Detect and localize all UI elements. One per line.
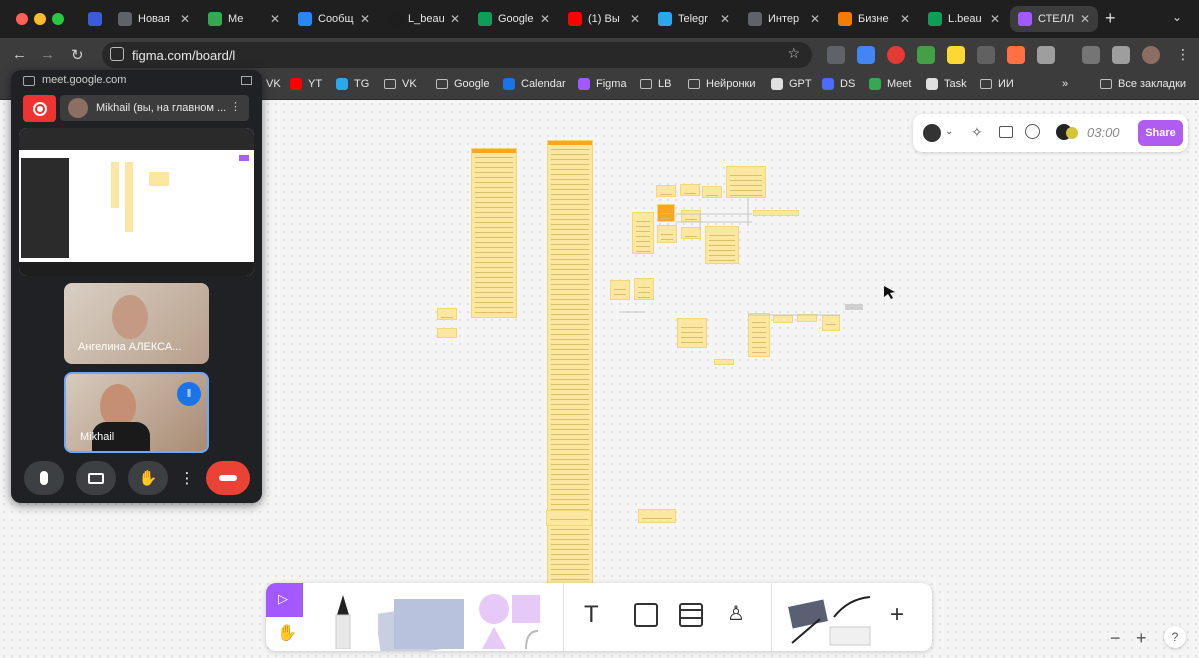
speaker-label: Mikhail (вы, на главном ... xyxy=(96,102,227,114)
shared-screen-sticky xyxy=(111,162,119,208)
microphone-icon xyxy=(40,471,48,485)
table-tool-icon[interactable] xyxy=(679,603,703,627)
audio-level-icon: ‖ xyxy=(177,382,201,406)
mouse-cursor-icon xyxy=(884,286,895,299)
raise-hand-button[interactable]: ✋ xyxy=(128,461,168,495)
participant-tile-angelina[interactable]: Ангелина АЛЕКСА... xyxy=(64,283,209,364)
microphone-button[interactable] xyxy=(24,461,64,495)
leave-call-button[interactable] xyxy=(206,461,250,495)
marker-tool-icon[interactable] xyxy=(328,591,358,649)
meet-settings-icon[interactable] xyxy=(23,76,35,86)
hang-up-icon xyxy=(219,475,237,481)
hand-tool-icon[interactable]: ✋ xyxy=(277,623,297,643)
share-button[interactable]: Share xyxy=(1138,120,1183,146)
shared-screen-header xyxy=(19,128,254,150)
participant-name: Mikhail xyxy=(80,431,115,443)
speaker-avatar xyxy=(68,98,88,118)
timer-text[interactable]: 03:00 xyxy=(1087,125,1120,140)
shared-screen-sticky xyxy=(149,172,169,186)
text-tool-icon[interactable]: T xyxy=(584,601,599,629)
select-tool-button[interactable]: ▷ xyxy=(266,583,303,617)
sticky-note-stack-icon[interactable] xyxy=(378,595,468,651)
shared-screen-sticky xyxy=(125,162,133,232)
shapes-tool-icon[interactable] xyxy=(478,593,548,649)
shared-screen-dock xyxy=(19,262,254,276)
shared-screen-share xyxy=(239,155,249,161)
participant-name: Ангелина АЛЕКСА... xyxy=(78,341,182,353)
shared-screen-mini-meet xyxy=(21,158,69,258)
ai-sparkle-icon[interactable]: ✧ xyxy=(971,124,983,141)
templates-tool-icon[interactable] xyxy=(786,593,878,649)
more-options-icon: ⋮ xyxy=(179,470,195,487)
more-options-button[interactable]: ⋮ xyxy=(175,461,199,495)
chevron-down-icon[interactable]: ⌄ xyxy=(945,126,953,137)
participant-face xyxy=(112,295,148,339)
hand-icon: ✋ xyxy=(138,470,158,487)
layout-icon[interactable] xyxy=(999,126,1013,138)
section-tool-icon[interactable] xyxy=(634,603,658,627)
speaker-info: Mikhail (вы, на главном ... ⋮ xyxy=(60,95,249,121)
toolbar-divider xyxy=(771,583,772,651)
more-tools-icon[interactable]: + xyxy=(890,601,904,629)
toolbar-divider xyxy=(563,583,564,651)
shared-screen-tile[interactable] xyxy=(19,128,254,276)
participant-tile-mikhail[interactable]: ‖ Mikhail xyxy=(64,372,209,453)
speaker-menu-icon[interactable]: ⋮ xyxy=(230,100,241,113)
comment-icon[interactable] xyxy=(1025,124,1040,139)
figjam-bottom-toolbar: ▷ ✋ T ♙ + xyxy=(266,583,932,651)
zoom-out-button[interactable]: − xyxy=(1110,628,1121,649)
cursor-arrow-icon: ▷ xyxy=(278,591,288,606)
camera-button[interactable] xyxy=(76,461,116,495)
user-avatar[interactable] xyxy=(923,124,941,142)
zoom-in-button[interactable]: + xyxy=(1136,628,1147,649)
stamp-tool-icon[interactable]: ♙ xyxy=(727,601,745,626)
meet-url: meet.google.com xyxy=(42,74,127,86)
help-button[interactable]: ? xyxy=(1164,626,1186,648)
recording-indicator[interactable] xyxy=(23,95,56,122)
record-icon xyxy=(32,101,47,116)
timer-icon[interactable] xyxy=(1066,127,1078,139)
back-to-tab-icon[interactable] xyxy=(241,76,252,85)
camera-icon xyxy=(88,472,104,484)
